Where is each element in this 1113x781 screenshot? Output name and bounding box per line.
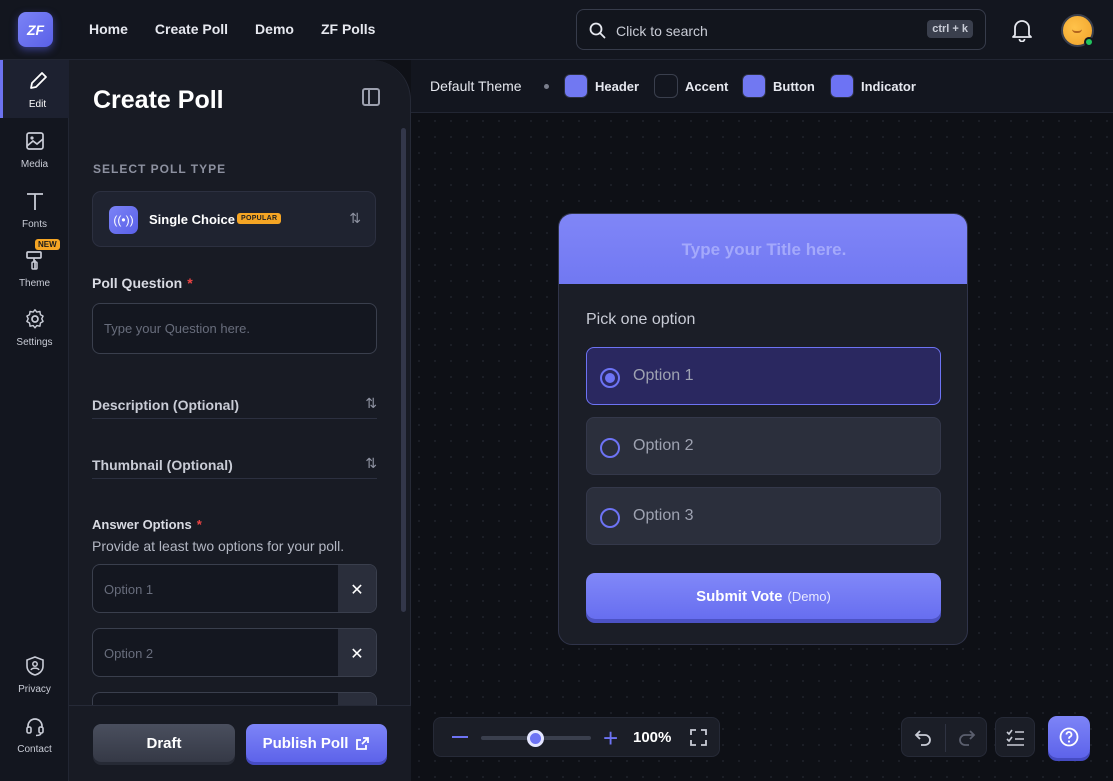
pencil-icon <box>30 72 47 89</box>
top-bar: ZF Home Create Poll Demo ZF Polls Click … <box>0 0 1113 60</box>
option-input[interactable]: Option 1 ✕ <box>92 564 377 613</box>
question-placeholder: Type your Question here. <box>104 321 250 336</box>
option-input[interactable]: Option 2 ✕ <box>92 628 377 677</box>
answer-options-label: Answer Options * <box>92 517 202 532</box>
rail-label: Contact <box>17 744 52 755</box>
main-nav: Home Create Poll Demo ZF Polls <box>89 21 375 37</box>
sort-arrows-icon: ⇅ <box>349 210 361 226</box>
broadcast-icon: ((•)) <box>109 206 138 234</box>
avatar[interactable] <box>1061 14 1094 47</box>
text-icon <box>27 193 43 210</box>
theme-bar: Default Theme Header Accent Button Indic… <box>411 60 1113 113</box>
gear-icon <box>26 309 44 329</box>
separator-dot <box>544 84 549 89</box>
rail-label: Edit <box>28 99 47 110</box>
collapse-sidebar-icon[interactable] <box>362 88 380 106</box>
zoom-slider-handle[interactable] <box>527 730 544 747</box>
help-button[interactable] <box>1048 716 1090 758</box>
panel-scrollbar[interactable] <box>401 128 406 612</box>
vote-option[interactable]: Option 1 <box>586 347 941 405</box>
zoom-controls: + 100% <box>433 717 720 757</box>
poll-title-placeholder: Type your Title here. <box>681 240 847 259</box>
answer-options-hint: Provide at least two options for your po… <box>92 538 345 554</box>
rail-label: Settings <box>16 337 53 348</box>
poll-subtitle: Pick one option <box>586 311 696 328</box>
external-link-icon <box>356 736 370 750</box>
paint-roller-icon <box>26 251 42 270</box>
publish-poll-button[interactable]: Publish Poll <box>246 724 387 762</box>
radio <box>600 438 620 458</box>
panel-footer: Draft Publish Poll <box>69 705 411 781</box>
thumbnail-toggle[interactable]: Thumbnail (Optional) ⇅ <box>92 455 377 479</box>
rail-item-theme[interactable]: NEW Theme <box>0 239 69 297</box>
swatch-indicator[interactable]: Indicator <box>830 74 916 98</box>
select-type-label: SELECT POLL TYPE <box>93 162 227 176</box>
search-shortcut: ctrl + k <box>927 20 973 38</box>
rail-label: Privacy <box>18 684 51 695</box>
swatch-header[interactable]: Header <box>564 74 639 98</box>
theme-name[interactable]: Default Theme <box>430 78 522 94</box>
submit-vote-button[interactable]: Submit Vote (Demo) <box>586 573 941 619</box>
divider <box>945 724 946 752</box>
zoom-in-icon[interactable]: + <box>603 725 618 751</box>
online-status-dot <box>1084 37 1094 47</box>
search-bar[interactable]: Click to search ctrl + k <box>576 9 986 50</box>
undo-icon[interactable] <box>913 728 933 748</box>
poll-preview-card: Type your Title here. Pick one option Op… <box>558 213 968 645</box>
zoom-out-icon[interactable] <box>452 736 468 738</box>
rail-item-media[interactable]: Media <box>0 120 69 178</box>
help-icon <box>1059 727 1079 747</box>
sort-arrows-icon: ⇅ <box>365 395 377 411</box>
history-controls <box>901 717 987 757</box>
new-badge: NEW <box>35 239 60 250</box>
radio-selected <box>600 368 620 388</box>
image-icon <box>26 132 44 150</box>
zoom-level: 100% <box>633 729 672 746</box>
nav-demo[interactable]: Demo <box>255 21 294 37</box>
question-label: Poll Question * <box>92 275 193 291</box>
question-input[interactable]: Type your Question here. <box>92 303 377 354</box>
nav-home[interactable]: Home <box>89 21 128 37</box>
description-toggle[interactable]: Description (Optional) ⇅ <box>92 395 377 419</box>
page-title: Create Poll <box>93 86 224 114</box>
checklist-icon <box>1006 729 1024 746</box>
rail-label: Theme <box>18 278 51 289</box>
rail-item-fonts[interactable]: Fonts <box>0 180 69 238</box>
rail-item-privacy[interactable]: Privacy <box>0 645 69 703</box>
rail-label: Fonts <box>21 219 47 230</box>
create-poll-panel: Create Poll SELECT POLL TYPE ((•)) Singl… <box>69 60 411 781</box>
bell-icon[interactable] <box>1011 18 1033 42</box>
vote-option[interactable]: Option 2 <box>586 417 941 475</box>
poll-type-name: Single Choice <box>149 212 235 227</box>
swatch-accent[interactable]: Accent <box>654 74 728 98</box>
poll-type-selector[interactable]: ((•)) Single Choice POPULAR ⇅ <box>92 191 376 247</box>
vote-option[interactable]: Option 3 <box>586 487 941 545</box>
draft-button[interactable]: Draft <box>93 724 235 762</box>
nav-create-poll[interactable]: Create Poll <box>155 21 228 37</box>
left-rail: Edit Media Fonts NEW Theme Settings Priv… <box>0 60 69 781</box>
radio <box>600 508 620 528</box>
checklist-button[interactable] <box>995 717 1035 757</box>
rail-label: Media <box>20 159 49 170</box>
search-placeholder: Click to search <box>616 23 708 39</box>
rail-item-settings[interactable]: Settings <box>0 298 69 356</box>
rail-item-edit[interactable]: Edit <box>0 60 69 118</box>
poll-preview-header: Type your Title here. <box>559 214 967 284</box>
nav-zf-polls[interactable]: ZF Polls <box>321 21 375 37</box>
swatch-button[interactable]: Button <box>742 74 815 98</box>
shield-user-icon <box>26 656 44 676</box>
zf-logo[interactable]: ZF <box>18 12 53 47</box>
redo-icon[interactable] <box>957 728 977 748</box>
fullscreen-icon[interactable] <box>689 728 708 747</box>
popular-badge: POPULAR <box>237 213 282 224</box>
search-icon <box>589 22 606 39</box>
preview-canvas: Type your Title here. Pick one option Op… <box>411 113 1113 781</box>
headset-icon <box>26 718 44 737</box>
sort-arrows-icon: ⇅ <box>365 455 377 471</box>
rail-item-contact[interactable]: Contact <box>0 705 69 763</box>
remove-option-button[interactable]: ✕ <box>338 565 376 612</box>
remove-option-button[interactable]: ✕ <box>338 629 376 676</box>
